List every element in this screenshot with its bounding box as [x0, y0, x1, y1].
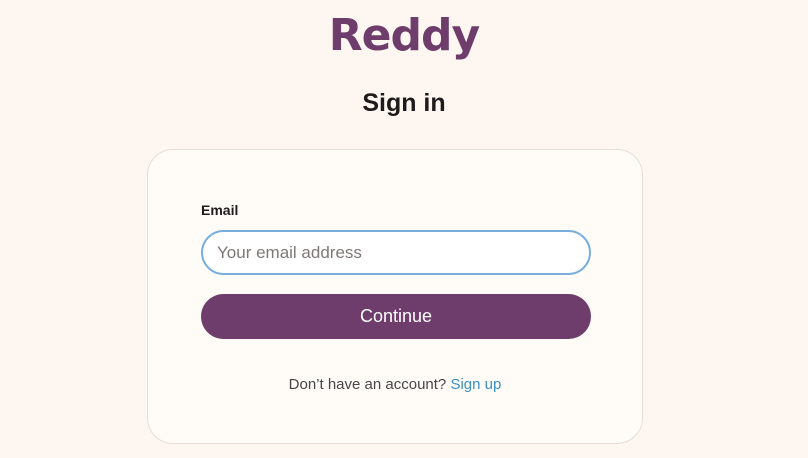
signup-prompt: Don’t have an account? Sign up [148, 376, 642, 393]
email-label: Email [201, 202, 239, 218]
sign-in-card: Email Continue Don’t have an account? Si… [147, 149, 643, 444]
page-title: Sign in [362, 89, 446, 117]
signup-prompt-text: Don’t have an account? [288, 376, 447, 393]
sign-up-link[interactable]: Sign up [450, 376, 501, 393]
brand-logo: Reddy [328, 10, 480, 61]
email-field[interactable] [201, 230, 591, 275]
continue-button[interactable]: Continue [201, 294, 591, 339]
